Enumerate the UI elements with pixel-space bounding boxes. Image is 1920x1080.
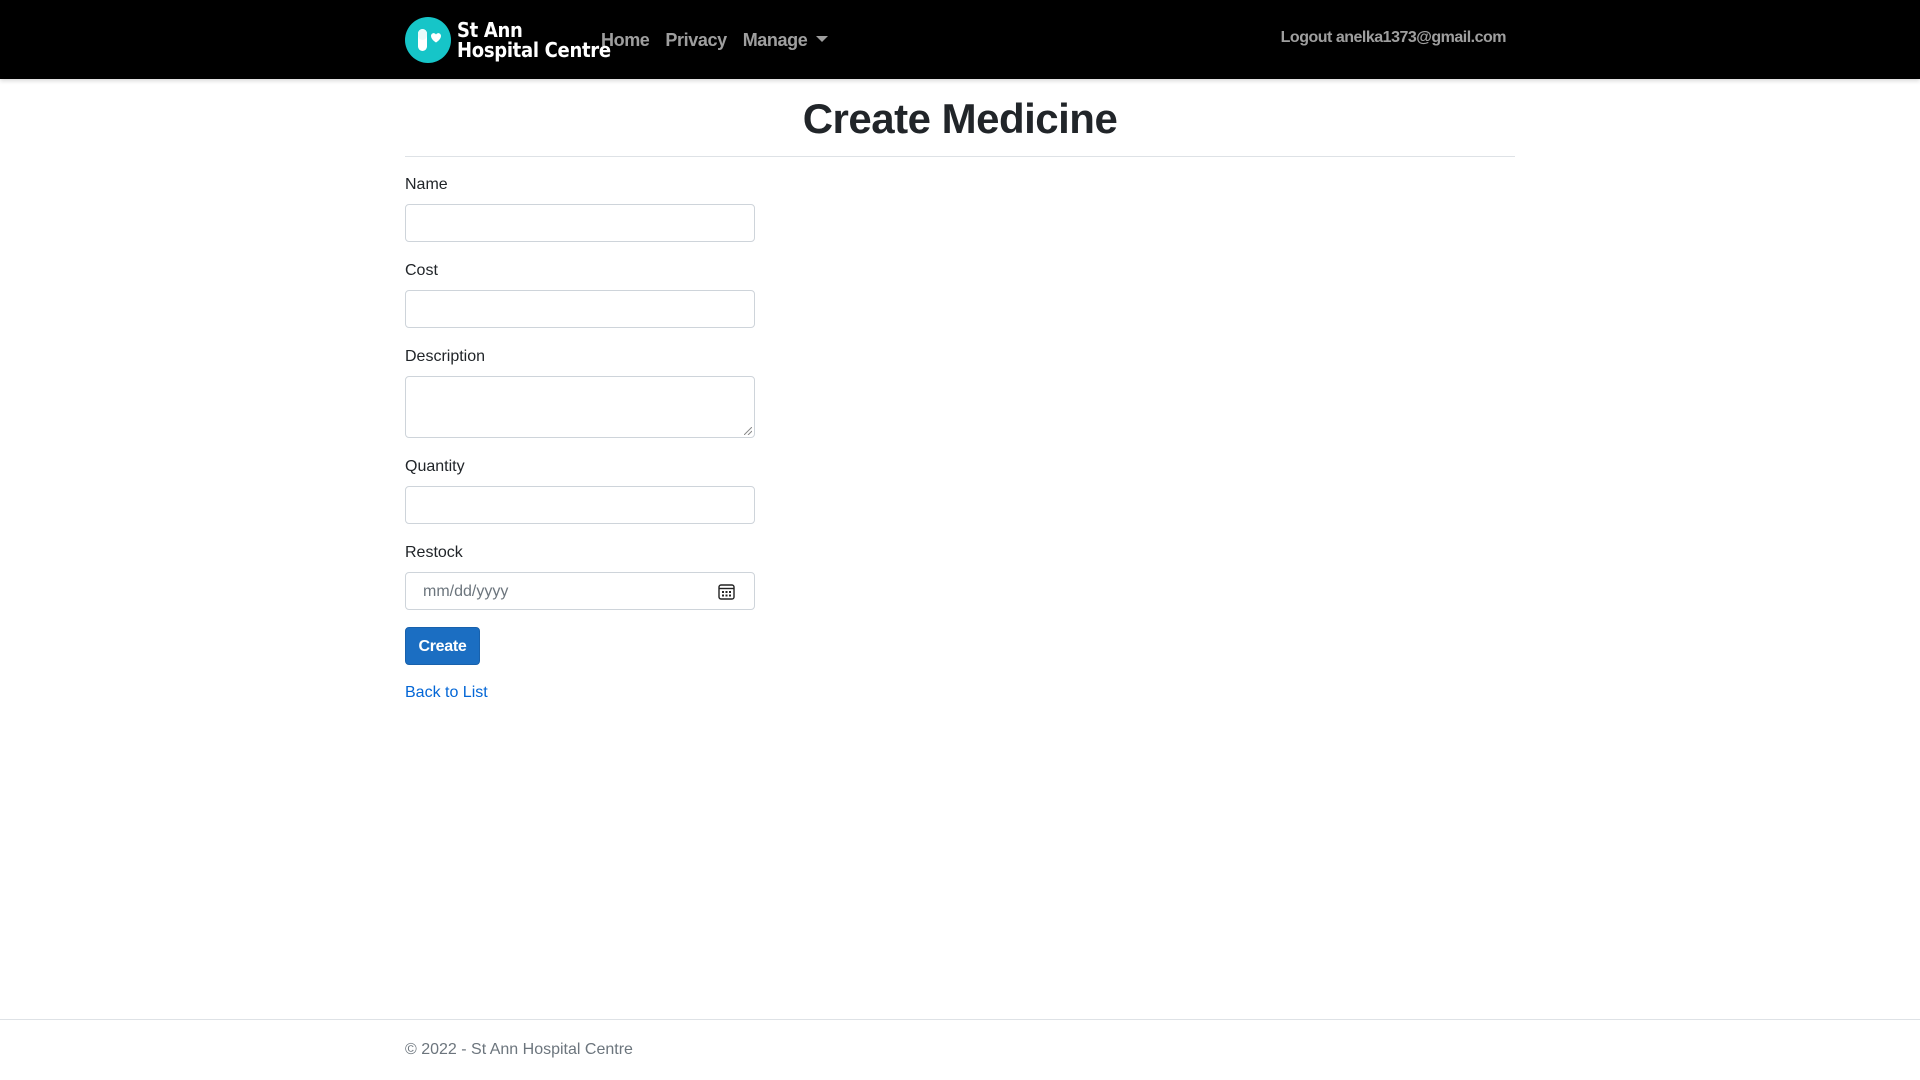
quantity-form-group: Quantity — [405, 457, 755, 524]
restock-form-group: Restock mm/dd/yyyy — [405, 543, 755, 610]
cost-input[interactable] — [405, 290, 755, 328]
nav-privacy-link[interactable]: Privacy — [665, 30, 727, 51]
footer-copyright: © 2022 - St Ann Hospital Centre — [405, 1041, 633, 1058]
restock-placeholder: mm/dd/yyyy — [423, 583, 509, 600]
calendar-icon[interactable] — [718, 583, 735, 600]
name-form-group: Name — [405, 175, 755, 242]
page-title: Create Medicine — [802, 95, 1118, 142]
create-button[interactable]: Create — [405, 627, 480, 665]
quantity-input[interactable] — [405, 486, 755, 524]
footer-divider — [0, 1019, 1920, 1020]
description-textarea[interactable] — [405, 376, 755, 438]
name-label: Name — [405, 176, 448, 193]
caret-down-icon — [816, 35, 829, 42]
name-input[interactable] — [405, 204, 755, 242]
logout-link[interactable]: Logout — [1281, 29, 1333, 46]
nav-home-link[interactable]: Home — [601, 30, 650, 51]
description-form-group: Description — [405, 347, 755, 438]
main-nav: Home Privacy Manage — [601, 27, 844, 53]
cost-label: Cost — [405, 262, 438, 279]
brand-line-2: Hospital Centre — [457, 38, 611, 62]
description-label: Description — [405, 348, 486, 365]
restock-label: Restock — [405, 544, 463, 561]
cost-form-group: Cost — [405, 261, 755, 328]
nav-manage-label: Manage — [742, 29, 808, 50]
title-divider — [405, 156, 1515, 157]
nav-manage-dropdown[interactable]: Manage — [743, 30, 829, 51]
brand-name: St Ann Hospital Centre — [457, 20, 611, 60]
resize-grip-icon[interactable] — [744, 427, 752, 435]
restock-date-input[interactable]: mm/dd/yyyy — [405, 572, 755, 610]
capsule-heart-icon — [405, 17, 451, 63]
quantity-label: Quantity — [405, 458, 465, 475]
user-area: Logout anelka1373@gmail.com — [1281, 29, 1507, 47]
user-email: anelka1373@gmail.com — [1335, 29, 1507, 46]
brand-link[interactable]: St Ann Hospital Centre — [405, 17, 611, 63]
back-to-list-link[interactable]: Back to List — [405, 684, 488, 702]
navbar: St Ann Hospital Centre Home Privacy Mana… — [0, 0, 1920, 79]
brand-line-1: St Ann — [457, 18, 523, 42]
